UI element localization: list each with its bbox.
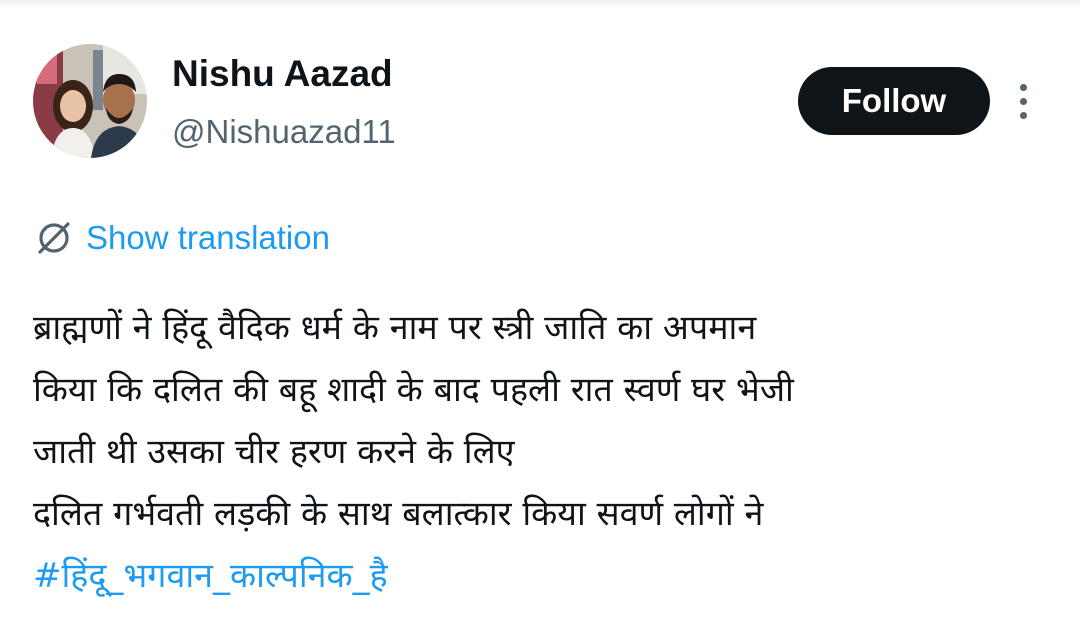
translate-icon [38,222,70,254]
show-translation-label: Show translation [86,219,330,256]
hashtag-link[interactable]: #हिंदू_भगवान_काल्पनिक_है [33,545,1063,607]
tweet-line: किया कि दलित की बहू शादी के बाद पहली रात… [33,370,794,410]
show-translation-link[interactable]: Show translation [34,216,330,260]
follow-button[interactable]: Follow [798,67,990,135]
tweet-line: दलित गर्भवती लड़की के साथ बलात्कार किया … [33,494,764,534]
tweet-line: ब्राह्मणों ने हिंदू वैदिक धर्म के नाम पर… [33,308,757,348]
tweet-text: ब्राह्मणों ने हिंदू वैदिक धर्म के नाम पर… [33,297,1063,607]
more-dot [1020,112,1027,119]
more-vertical-icon[interactable] [1008,80,1038,122]
profile-photo-icon [33,44,147,158]
tweet-line: जाती थी उसका चीर हरण करने के लिए [33,432,515,472]
avatar[interactable] [33,44,147,158]
more-dot [1020,98,1027,105]
user-handle[interactable]: @Nishuazad11 [172,112,396,152]
display-name[interactable]: Nishu Aazad [172,52,393,96]
more-dot [1020,84,1027,91]
top-separator [0,0,1080,8]
